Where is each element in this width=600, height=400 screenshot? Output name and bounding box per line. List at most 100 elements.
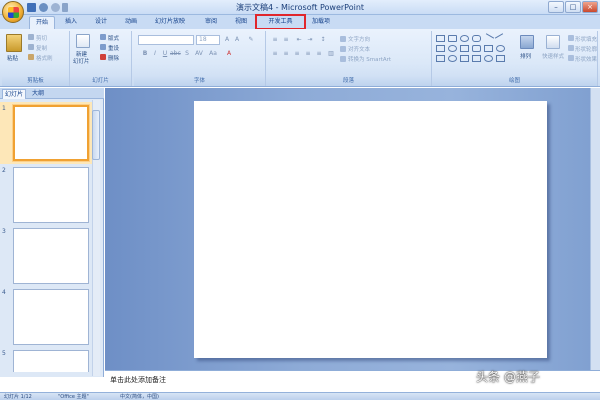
slide-thumbnail-1[interactable]	[13, 105, 89, 161]
thumbnail-number: 1	[2, 105, 6, 112]
arrow-shape-icon[interactable]	[494, 33, 507, 44]
arrange-icon[interactable]	[520, 35, 534, 49]
smartart-label[interactable]: 转换为 SmartArt	[348, 55, 391, 63]
oval-shape-icon[interactable]	[460, 35, 469, 42]
distributed-button[interactable]: ≡	[314, 49, 324, 58]
grow-font-button[interactable]: A	[222, 35, 232, 44]
shape-icon-2c[interactable]	[460, 45, 469, 52]
current-slide[interactable]	[194, 101, 547, 358]
align-left-button[interactable]: ≡	[270, 49, 280, 58]
drawing-group-label: 绘图	[432, 77, 597, 86]
tab-design[interactable]: 设计	[90, 16, 112, 29]
tab-addins[interactable]: 加载项	[306, 16, 336, 29]
cut-label[interactable]: 剪切	[36, 34, 47, 42]
delete-label[interactable]: 删除	[108, 54, 119, 62]
close-button[interactable]: ×	[582, 1, 598, 13]
layout-icon[interactable]	[100, 34, 106, 40]
paste-icon[interactable]	[6, 34, 22, 52]
shape-icon-2e[interactable]	[484, 45, 493, 52]
align-text-label[interactable]: 对齐文本	[348, 45, 370, 53]
shape-icon-3c[interactable]	[460, 55, 469, 62]
layout-label[interactable]: 版式	[108, 34, 119, 42]
reset-label[interactable]: 重设	[108, 44, 119, 52]
cut-icon[interactable]	[28, 34, 34, 40]
shape-effects-icon[interactable]	[568, 55, 574, 61]
paste-label[interactable]: 粘贴	[7, 54, 18, 62]
align-text-icon[interactable]	[340, 46, 346, 52]
font-size-combo[interactable]: 18	[196, 35, 220, 45]
slide-thumbnail-4[interactable]	[13, 289, 89, 345]
tab-view[interactable]: 视图	[230, 16, 252, 29]
new-slide-icon[interactable]	[76, 34, 90, 48]
quick-styles-label[interactable]: 快速样式	[542, 52, 564, 60]
shape-icon-3e[interactable]	[484, 55, 493, 62]
textbox-shape-icon[interactable]	[436, 35, 445, 42]
text-direction-label[interactable]: 文字方向	[348, 35, 370, 43]
quick-styles-icon[interactable]	[546, 35, 560, 49]
format-painter-label[interactable]: 格式刷	[36, 54, 53, 62]
shape-effects-label[interactable]: 形状效果	[575, 55, 597, 63]
tab-outline[interactable]: 大纲	[30, 89, 46, 99]
maximize-button[interactable]: □	[565, 1, 581, 13]
smartart-icon[interactable]	[340, 56, 346, 62]
shape-icon-2a[interactable]	[436, 45, 445, 52]
underline-button[interactable]: U	[160, 49, 170, 58]
change-case-button[interactable]: Aa	[208, 49, 218, 58]
copy-icon[interactable]	[28, 44, 34, 50]
tab-insert[interactable]: 插入	[60, 16, 82, 29]
char-spacing-button[interactable]: AV	[194, 49, 204, 58]
minimize-button[interactable]: –	[548, 1, 564, 13]
bold-button[interactable]: B	[140, 49, 150, 58]
strikethrough-button[interactable]: abc	[170, 49, 181, 58]
line-spacing-button[interactable]: ↕	[318, 35, 328, 44]
increase-indent-button[interactable]: ⇥	[305, 35, 315, 44]
tab-animations[interactable]: 动画	[120, 16, 142, 29]
tab-review[interactable]: 审阅	[200, 16, 222, 29]
shape-fill-icon[interactable]	[568, 35, 574, 41]
slide-thumbnail-3[interactable]	[13, 228, 89, 284]
shrink-font-button[interactable]: A	[232, 35, 242, 44]
line-shape-icon[interactable]	[482, 33, 495, 44]
delete-icon[interactable]	[100, 54, 106, 60]
numbering-button[interactable]: ≡	[281, 35, 291, 44]
italic-button[interactable]: I	[150, 49, 160, 58]
shape-outline-label[interactable]: 形状轮廓	[575, 45, 597, 53]
shape-outline-icon[interactable]	[568, 45, 574, 51]
editor-scrollbar[interactable]	[590, 88, 600, 370]
align-right-button[interactable]: ≡	[292, 49, 302, 58]
shape-icon-3f[interactable]	[496, 55, 505, 62]
arrange-label[interactable]: 排列	[520, 52, 531, 60]
decrease-indent-button[interactable]: ⇤	[294, 35, 304, 44]
shape-icon-3a[interactable]	[436, 55, 445, 62]
office-button[interactable]	[2, 1, 24, 23]
shape-icon-2b[interactable]	[448, 45, 457, 52]
rectangle-shape-icon[interactable]	[448, 35, 457, 42]
pane-scrollbar-thumb[interactable]	[92, 110, 100, 160]
reset-icon[interactable]	[100, 44, 106, 50]
shape-icon-2d[interactable]	[472, 45, 481, 52]
shadow-button[interactable]: S	[182, 49, 192, 58]
slide-thumbnail-2[interactable]	[13, 167, 89, 223]
thumbnail-number: 2	[2, 167, 6, 174]
new-slide-label-2[interactable]: 幻灯片	[73, 57, 90, 65]
copy-label[interactable]: 复制	[36, 44, 47, 52]
shape-icon-3d[interactable]	[472, 55, 481, 62]
clear-format-button[interactable]: ✎	[246, 35, 256, 44]
tab-slides[interactable]: 幻灯片	[2, 89, 27, 99]
font-color-button[interactable]: A	[224, 49, 234, 58]
tab-slideshow[interactable]: 幻灯片放映	[150, 16, 190, 29]
columns-button[interactable]: ▥	[326, 49, 336, 58]
text-direction-icon[interactable]	[340, 36, 346, 42]
shape-fill-label[interactable]: 形状填充	[575, 35, 597, 43]
justify-button[interactable]: ≡	[303, 49, 313, 58]
notes-placeholder[interactable]: 单击此处添加备注	[110, 375, 166, 385]
font-name-combo[interactable]	[138, 35, 194, 45]
shape-icon-3b[interactable]	[448, 55, 457, 62]
align-center-button[interactable]: ≡	[281, 49, 291, 58]
tab-home[interactable]: 开始	[29, 16, 55, 29]
bullets-button[interactable]: ≡	[270, 35, 280, 44]
shape-icon-2f[interactable]	[496, 45, 505, 52]
format-painter-icon[interactable]	[28, 54, 34, 60]
slide-thumbnail-5[interactable]	[13, 350, 89, 372]
rounded-rect-shape-icon[interactable]	[472, 35, 481, 42]
